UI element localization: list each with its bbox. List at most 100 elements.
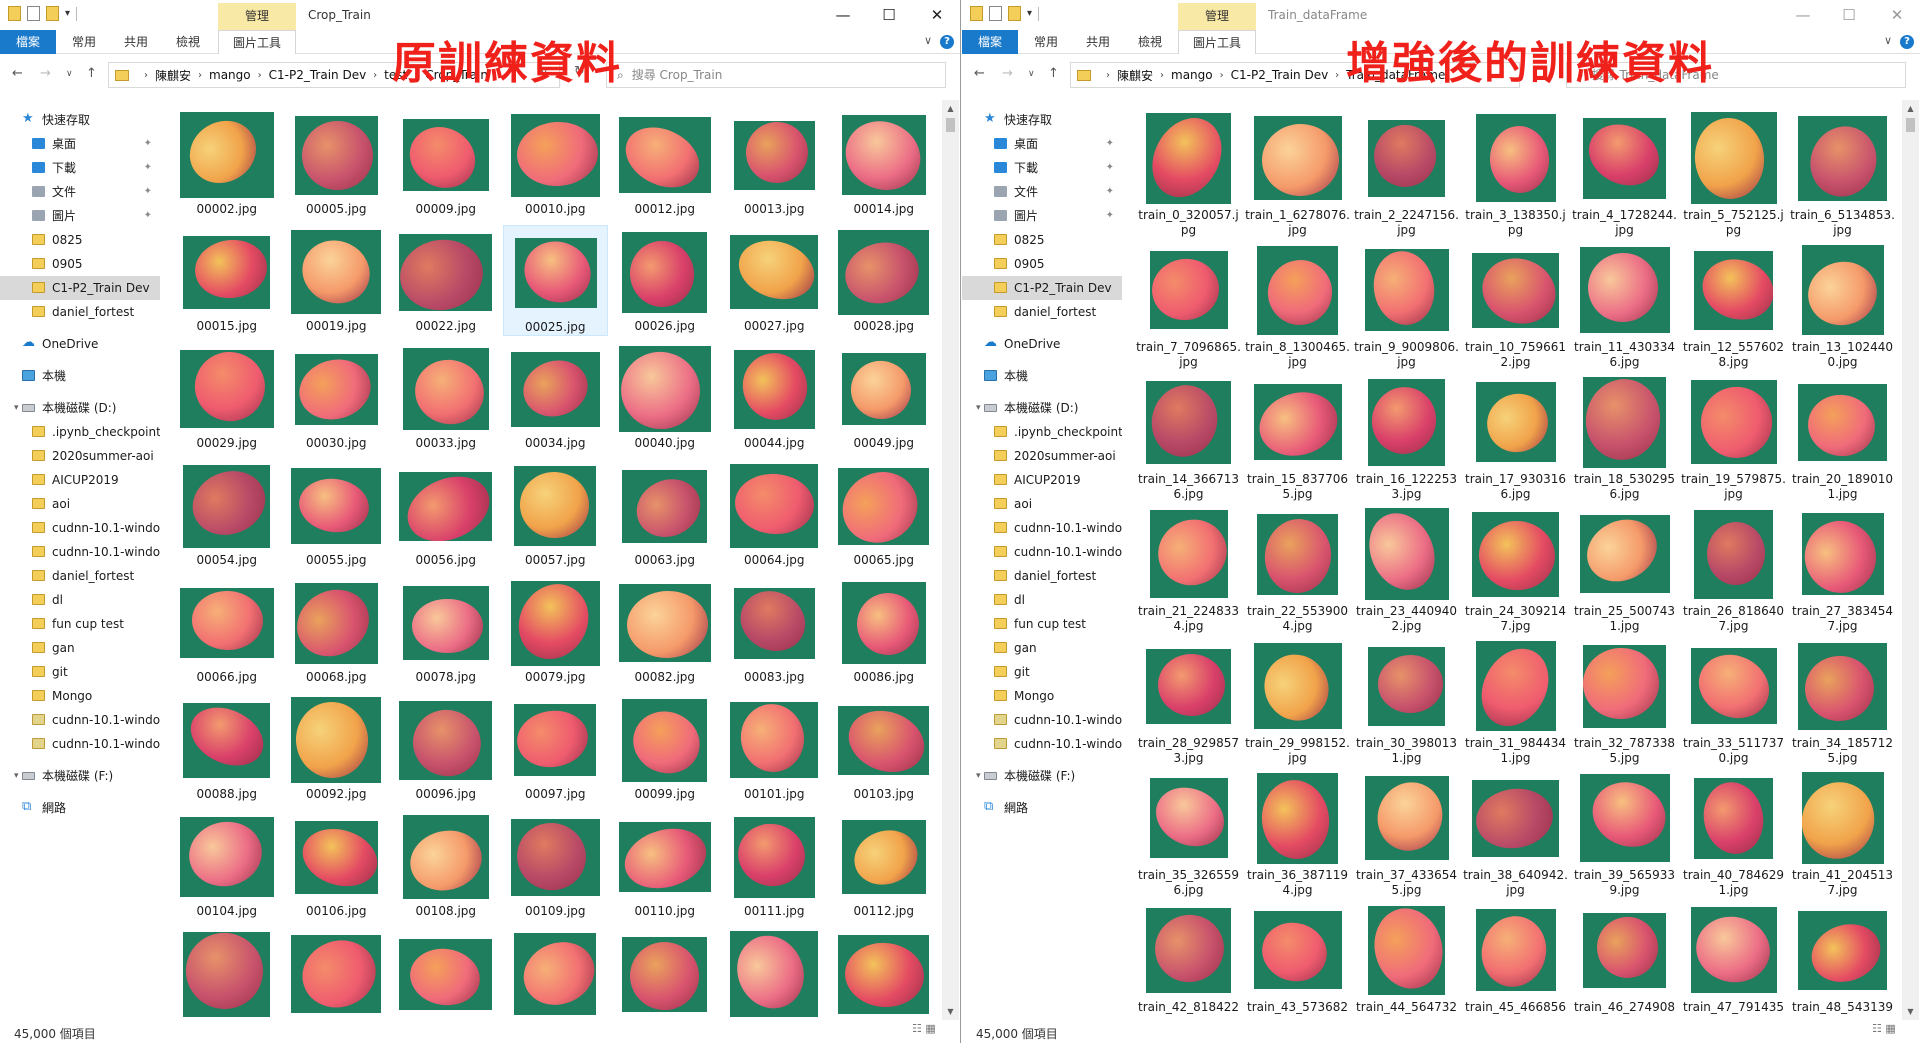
file-item[interactable]: train_7_7096865.jpg xyxy=(1136,240,1241,369)
file-item[interactable]: train_15_8377065.jpg xyxy=(1245,372,1350,501)
tab-home[interactable]: 常用 xyxy=(64,30,104,54)
sidebar-item[interactable]: .ipynb_checkpoint xyxy=(962,420,1122,444)
scroll-up-icon[interactable]: ▲ xyxy=(942,100,959,117)
file-item[interactable]: 00109.jpg xyxy=(503,810,609,921)
scroll-up-icon[interactable]: ▲ xyxy=(1902,100,1919,117)
close-button[interactable]: ✕ xyxy=(922,4,952,26)
pin-icon[interactable]: ✦ xyxy=(1106,180,1114,204)
recent-locations-icon[interactable]: ∨ xyxy=(66,69,73,79)
customize-toolbar-icon[interactable]: ▾ xyxy=(1027,8,1032,19)
sidebar-item[interactable]: daniel_fortest xyxy=(962,300,1122,324)
tab-file[interactable]: 檔案 xyxy=(962,30,1018,54)
sidebar-item[interactable]: aoi xyxy=(0,492,160,516)
sidebar-item[interactable]: git xyxy=(962,660,1122,684)
file-item[interactable] xyxy=(174,927,280,1020)
file-item[interactable]: 00088.jpg xyxy=(174,693,280,804)
close-button[interactable]: ✕ xyxy=(1882,4,1912,26)
file-item[interactable]: train_2_2247156.jpg xyxy=(1354,108,1459,237)
view-toggle[interactable]: ☷ ▦ xyxy=(1872,1022,1896,1035)
file-item[interactable]: train_0_320057.jpg xyxy=(1136,108,1241,237)
file-item[interactable]: train_46_274908 xyxy=(1572,900,1677,1020)
file-item[interactable]: 00092.jpg xyxy=(284,693,390,804)
file-item[interactable]: 00110.jpg xyxy=(612,810,718,921)
file-item[interactable]: train_33_5117370.jpg xyxy=(1681,636,1786,765)
file-item[interactable]: train_10_7596612.jpg xyxy=(1463,240,1568,369)
sidebar-item[interactable]: cudnn-10.1-windo xyxy=(962,708,1122,732)
file-item[interactable]: 00068.jpg xyxy=(284,576,390,687)
new-folder-icon[interactable] xyxy=(1008,6,1021,21)
sidebar-item[interactable]: 文件 ✦ xyxy=(962,180,1122,204)
file-item[interactable]: train_45_466856 xyxy=(1463,900,1568,1020)
sidebar-item[interactable]: 0905 xyxy=(0,252,160,276)
sidebar-item[interactable]: 圖片 ✦ xyxy=(0,204,160,228)
sidebar-item[interactable]: 本機 xyxy=(0,364,160,388)
file-item[interactable]: train_39_5659339.jpg xyxy=(1572,768,1677,897)
chevron-down-icon[interactable]: ▾ xyxy=(976,396,981,420)
file-item[interactable] xyxy=(284,927,390,1020)
file-item[interactable]: train_5_752125.jpg xyxy=(1681,108,1786,237)
file-item[interactable]: 00066.jpg xyxy=(174,576,280,687)
file-item[interactable] xyxy=(393,927,499,1020)
pin-icon[interactable]: ✦ xyxy=(144,156,152,180)
file-item[interactable]: train_19_579875.jpg xyxy=(1681,372,1786,501)
file-item[interactable]: 00064.jpg xyxy=(722,459,828,570)
sidebar-item[interactable]: 文件 ✦ xyxy=(0,180,160,204)
tab-file[interactable]: 檔案 xyxy=(0,30,56,54)
sidebar-item[interactable]: fun cup test xyxy=(0,612,160,636)
file-item[interactable]: 00079.jpg xyxy=(503,576,609,687)
sidebar-item[interactable]: cudnn-10.1-windo xyxy=(962,540,1122,564)
customize-toolbar-icon[interactable]: ▾ xyxy=(65,8,70,19)
file-item[interactable]: train_22_5539004.jpg xyxy=(1245,504,1350,633)
file-item[interactable] xyxy=(612,927,718,1020)
sidebar-item[interactable]: cudnn-10.1-windo xyxy=(0,516,160,540)
tab-share[interactable]: 共用 xyxy=(1078,30,1118,54)
file-item[interactable]: 00010.jpg xyxy=(503,108,609,219)
up-icon[interactable]: ↑ xyxy=(1048,66,1059,81)
recent-locations-icon[interactable]: ∨ xyxy=(1028,69,1035,79)
help-icon[interactable]: ? xyxy=(940,35,954,49)
file-item[interactable]: train_1_6278076.jpg xyxy=(1245,108,1350,237)
new-folder-icon[interactable] xyxy=(46,6,59,21)
file-item[interactable]: 00057.jpg xyxy=(503,459,609,570)
sidebar-item[interactable]: gan xyxy=(962,636,1122,660)
sidebar-item[interactable]: 0825 xyxy=(0,228,160,252)
file-item[interactable]: train_11_4303346.jpg xyxy=(1572,240,1677,369)
file-item[interactable]: 00078.jpg xyxy=(393,576,499,687)
up-icon[interactable]: ↑ xyxy=(86,66,97,81)
pin-icon[interactable]: ✦ xyxy=(144,204,152,228)
sidebar-item[interactable]: 下載 ✦ xyxy=(962,156,1122,180)
sidebar-item[interactable]: 2020summer-aoi xyxy=(962,444,1122,468)
pin-icon[interactable]: ✦ xyxy=(1106,156,1114,180)
tab-home[interactable]: 常用 xyxy=(1026,30,1066,54)
file-item[interactable]: train_21_2248334.jpg xyxy=(1136,504,1241,633)
file-item[interactable]: 00027.jpg xyxy=(722,225,828,336)
manage-tab[interactable]: 管理 xyxy=(218,3,296,30)
pin-icon[interactable]: ✦ xyxy=(1106,132,1114,156)
sidebar-item[interactable]: .ipynb_checkpoint xyxy=(0,420,160,444)
file-item[interactable]: train_17_9303166.jpg xyxy=(1463,372,1568,501)
minimize-button[interactable]: — xyxy=(828,4,858,26)
sidebar-item[interactable]: dl xyxy=(962,588,1122,612)
file-item[interactable]: 00030.jpg xyxy=(284,342,390,453)
file-item[interactable]: 00111.jpg xyxy=(722,810,828,921)
file-item[interactable]: 00005.jpg xyxy=(284,108,390,219)
tab-view[interactable]: 檢視 xyxy=(1130,30,1170,54)
file-item[interactable]: train_6_5134853.jpg xyxy=(1790,108,1895,237)
maximize-button[interactable]: ☐ xyxy=(874,4,904,26)
file-item[interactable]: 00002.jpg xyxy=(174,108,280,219)
file-item[interactable]: train_24_3092147.jpg xyxy=(1463,504,1568,633)
sidebar-item[interactable]: 桌面 ✦ xyxy=(962,132,1122,156)
sidebar-item[interactable]: gan xyxy=(0,636,160,660)
sidebar-item[interactable]: 0825 xyxy=(962,228,1122,252)
file-item[interactable]: 00029.jpg xyxy=(174,342,280,453)
file-item[interactable]: 00112.jpg xyxy=(831,810,936,921)
sidebar-item[interactable]: ★ 快速存取 xyxy=(0,108,160,132)
file-item[interactable]: train_18_5302956.jpg xyxy=(1572,372,1677,501)
file-item[interactable]: 00022.jpg xyxy=(393,225,499,336)
file-item[interactable]: train_34_1857125.jpg xyxy=(1790,636,1895,765)
breadcrumb-item[interactable]: C1-P2_Train Dev xyxy=(269,68,367,82)
sidebar-item[interactable]: dl xyxy=(0,588,160,612)
file-item[interactable]: 00040.jpg xyxy=(612,342,718,453)
sidebar-item[interactable]: aoi xyxy=(962,492,1122,516)
sidebar-item[interactable]: ▾ 本機磁碟 (D:) xyxy=(962,396,1122,420)
